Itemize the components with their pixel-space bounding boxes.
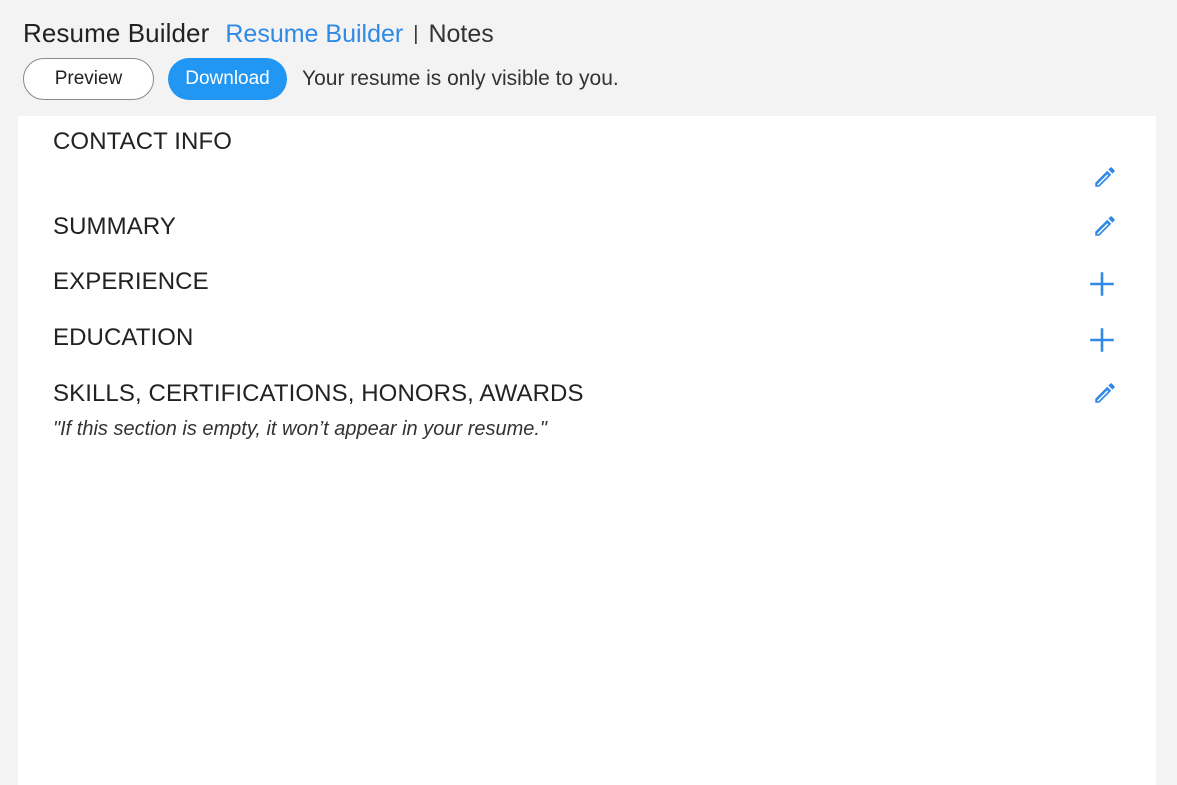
- resume-card: CONTACT INFO SUMMARY EXPERIENCE EDUCATIO…: [18, 116, 1156, 785]
- nav-divider: |: [413, 23, 419, 45]
- edit-contact-button[interactable]: [1089, 161, 1121, 193]
- title-row: Resume Builder Resume Builder | Notes: [23, 18, 1177, 52]
- section-note-skills: "If this section is empty, it won’t appe…: [53, 418, 548, 440]
- add-experience-button[interactable]: [1086, 268, 1118, 300]
- nav-resume-builder-link[interactable]: Resume Builder: [225, 20, 403, 49]
- section-title-skills: SKILLS, CERTIFICATIONS, HONORS, AWARDS: [53, 380, 584, 407]
- add-education-button[interactable]: [1086, 324, 1118, 356]
- section-education: EDUCATION: [53, 324, 1126, 352]
- section-experience: EXPERIENCE: [53, 268, 1126, 296]
- section-summary: SUMMARY: [53, 213, 1126, 241]
- pencil-icon: [1092, 164, 1118, 190]
- edit-summary-button[interactable]: [1089, 210, 1121, 242]
- section-title-education: EDUCATION: [53, 324, 194, 351]
- page-header: Resume Builder Resume Builder | Notes Pr…: [23, 18, 1177, 108]
- section-contact-info: CONTACT INFO: [53, 128, 1126, 156]
- nav-notes-link[interactable]: Notes: [428, 20, 493, 49]
- plus-icon: [1088, 270, 1116, 298]
- pencil-icon: [1092, 380, 1118, 406]
- section-skills: SKILLS, CERTIFICATIONS, HONORS, AWARDS "…: [53, 380, 1126, 441]
- pencil-icon: [1092, 213, 1118, 239]
- visibility-note: Your resume is only visible to you.: [302, 67, 619, 90]
- section-title-contact-info: CONTACT INFO: [53, 128, 232, 155]
- download-button[interactable]: Download: [168, 58, 287, 100]
- section-title-summary: SUMMARY: [53, 213, 176, 240]
- plus-icon: [1088, 326, 1116, 354]
- edit-skills-button[interactable]: [1089, 377, 1121, 409]
- section-title-experience: EXPERIENCE: [53, 268, 209, 295]
- action-row: Preview Download Your resume is only vis…: [23, 58, 1177, 100]
- preview-button[interactable]: Preview: [23, 58, 154, 100]
- app-title: Resume Builder: [23, 18, 210, 48]
